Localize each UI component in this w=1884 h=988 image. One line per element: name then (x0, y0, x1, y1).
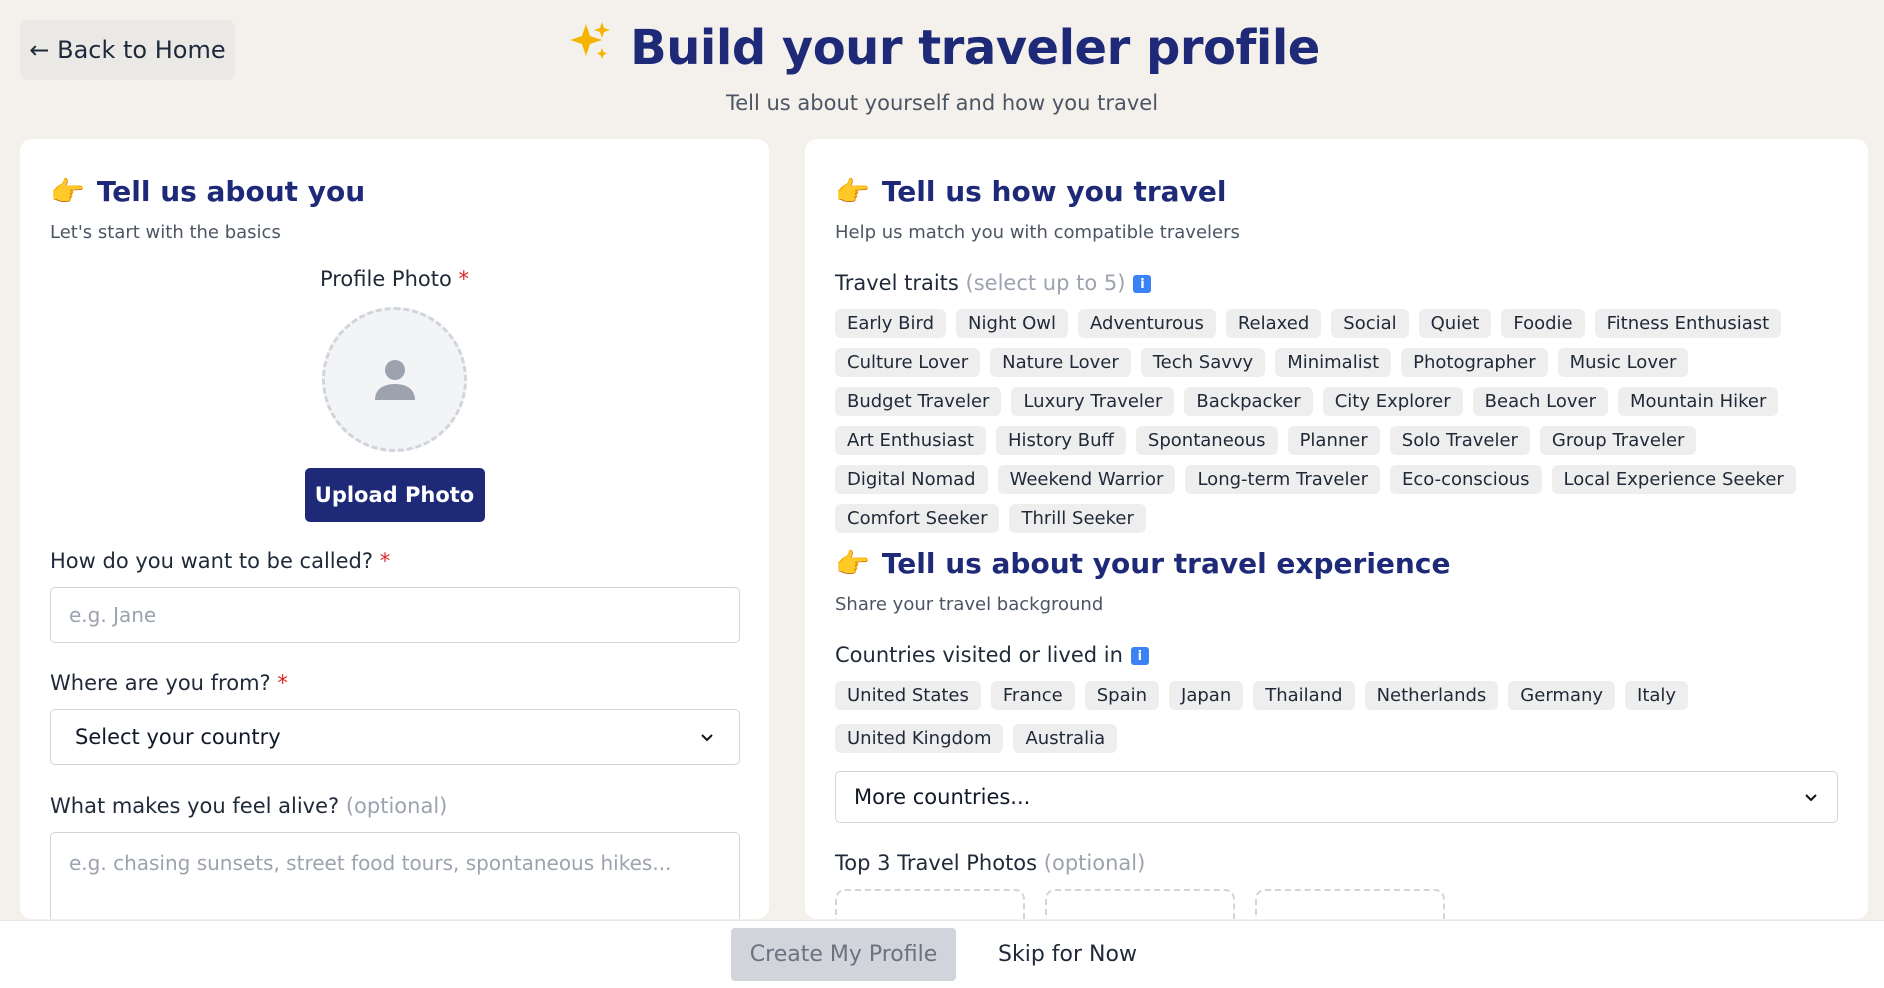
info-icon[interactable]: i (1133, 275, 1152, 293)
trait-chip[interactable]: Digital Nomad (835, 465, 988, 494)
trait-chip[interactable]: Luxury Traveler (1011, 387, 1175, 416)
country-chip[interactable]: Spain (1084, 681, 1160, 710)
sparkles-icon (564, 18, 612, 77)
trait-chip[interactable]: Long-term Traveler (1185, 465, 1380, 494)
countries-label: Countries visited or lived in i (835, 643, 1845, 667)
upload-photo-button[interactable]: Upload Photo (304, 468, 485, 522)
how-travel-subtitle: Help us match you with compatible travel… (835, 222, 1240, 243)
trait-chip[interactable]: Relaxed (1225, 309, 1322, 338)
create-profile-button[interactable]: Create My Profile (731, 928, 957, 981)
country-chip[interactable]: Japan (1169, 681, 1244, 710)
traits-list: Early Bird Night Owl Adventurous Relaxed Soc… (835, 309, 1845, 533)
country-chip[interactable]: United States (835, 681, 981, 710)
about-you-card: 👉 Tell us about you Let's start with the… (20, 139, 769, 919)
trait-chip[interactable]: Local Experience Seeker (1551, 465, 1796, 494)
country-chip[interactable]: Germany (1508, 681, 1616, 710)
photos-label: Top 3 Travel Photos (optional) (835, 851, 1146, 875)
how-travel-title: Tell us how you travel (881, 175, 1227, 208)
name-input[interactable]: e.g. Jane (50, 587, 740, 643)
trait-chip[interactable]: Spontaneous (1135, 426, 1278, 455)
trait-chip[interactable]: Planner (1287, 426, 1380, 455)
country-chip[interactable]: United Kingdom (835, 724, 1004, 753)
alive-textarea[interactable]: e.g. chasing sunsets, street food tours,… (50, 832, 740, 919)
user-icon (374, 359, 415, 400)
trait-chip[interactable]: Eco-conscious (1389, 465, 1542, 494)
country-chip[interactable]: Italy (1625, 681, 1689, 710)
trait-chip[interactable]: Quiet (1418, 309, 1492, 338)
footer-bar: Create My Profile Skip for Now (0, 920, 1884, 988)
traits-label: Travel traits (select up to 5) i (835, 271, 1845, 295)
country-chip[interactable]: Australia (1013, 724, 1118, 753)
pointing-hand-icon: 👉 (835, 175, 870, 208)
info-icon[interactable]: i (1130, 647, 1149, 665)
trait-chip[interactable]: Thrill Seeker (1009, 504, 1146, 533)
trait-chip[interactable]: Early Bird (835, 309, 947, 338)
photo-slot[interactable] (1255, 889, 1445, 919)
skip-button[interactable]: Skip for Now (998, 942, 1137, 967)
photo-slot[interactable] (1045, 889, 1235, 919)
trait-chip[interactable]: Photographer (1401, 348, 1548, 377)
countries-list: United States France Spain Japan Thailand Net… (835, 681, 1845, 753)
trait-chip[interactable]: Weekend Warrior (997, 465, 1176, 494)
trait-chip[interactable]: Music Lover (1557, 348, 1689, 377)
trait-chip[interactable]: Backpacker (1184, 387, 1313, 416)
country-select[interactable]: Select your country (50, 709, 740, 765)
trait-chip[interactable]: Solo Traveler (1389, 426, 1530, 455)
trait-chip[interactable]: Comfort Seeker (835, 504, 1000, 533)
page-subtitle: Tell us about yourself and how you trave… (725, 91, 1159, 115)
profile-photo-label: Profile Photo * (319, 267, 470, 291)
alive-label: What makes you feel alive? (optional) (50, 794, 448, 818)
experience-subtitle: Share your travel background (835, 594, 1104, 615)
photo-slot[interactable] (835, 889, 1025, 919)
country-chip[interactable]: Netherlands (1364, 681, 1499, 710)
photo-slots (835, 889, 1845, 919)
trait-chip[interactable]: History Buff (996, 426, 1126, 455)
country-label: Where are you from? * (50, 671, 288, 695)
page-title: Build your traveler profile (630, 19, 1320, 76)
trait-chip[interactable]: Foodie (1501, 309, 1585, 338)
pointing-hand-icon: 👉 (50, 175, 85, 208)
avatar-placeholder[interactable] (322, 307, 467, 452)
name-label: How do you want to be called? * (50, 549, 391, 573)
trait-chip[interactable]: Mountain Hiker (1618, 387, 1779, 416)
trait-chip[interactable]: Minimalist (1275, 348, 1392, 377)
pointing-hand-icon: 👉 (835, 547, 870, 580)
trait-chip[interactable]: Nature Lover (990, 348, 1131, 377)
trait-chip[interactable]: Social (1331, 309, 1409, 338)
page-header: Build your traveler profile Tell us abou… (0, 18, 1884, 115)
trait-chip[interactable]: Night Owl (956, 309, 1069, 338)
trait-chip[interactable]: City Explorer (1322, 387, 1463, 416)
country-chip[interactable]: Thailand (1253, 681, 1355, 710)
travel-card: 👉 Tell us how you travel Help us match y… (805, 139, 1868, 919)
chevron-down-icon (701, 734, 713, 742)
trait-chip[interactable]: Tech Savvy (1140, 348, 1266, 377)
trait-chip[interactable]: Culture Lover (835, 348, 981, 377)
trait-chip[interactable]: Adventurous (1078, 309, 1216, 338)
about-you-title: Tell us about you (96, 175, 366, 208)
trait-chip[interactable]: Group Traveler (1539, 426, 1697, 455)
country-chip[interactable]: France (990, 681, 1075, 710)
trait-chip[interactable]: Beach Lover (1472, 387, 1608, 416)
more-countries-select[interactable]: More countries... (835, 771, 1838, 823)
trait-chip[interactable]: Art Enthusiast (835, 426, 986, 455)
about-you-subtitle: Let's start with the basics (50, 222, 281, 243)
chevron-down-icon (1805, 794, 1817, 802)
trait-chip[interactable]: Fitness Enthusiast (1594, 309, 1782, 338)
trait-chip[interactable]: Budget Traveler (835, 387, 1002, 416)
experience-title: Tell us about your travel experience (881, 547, 1451, 580)
